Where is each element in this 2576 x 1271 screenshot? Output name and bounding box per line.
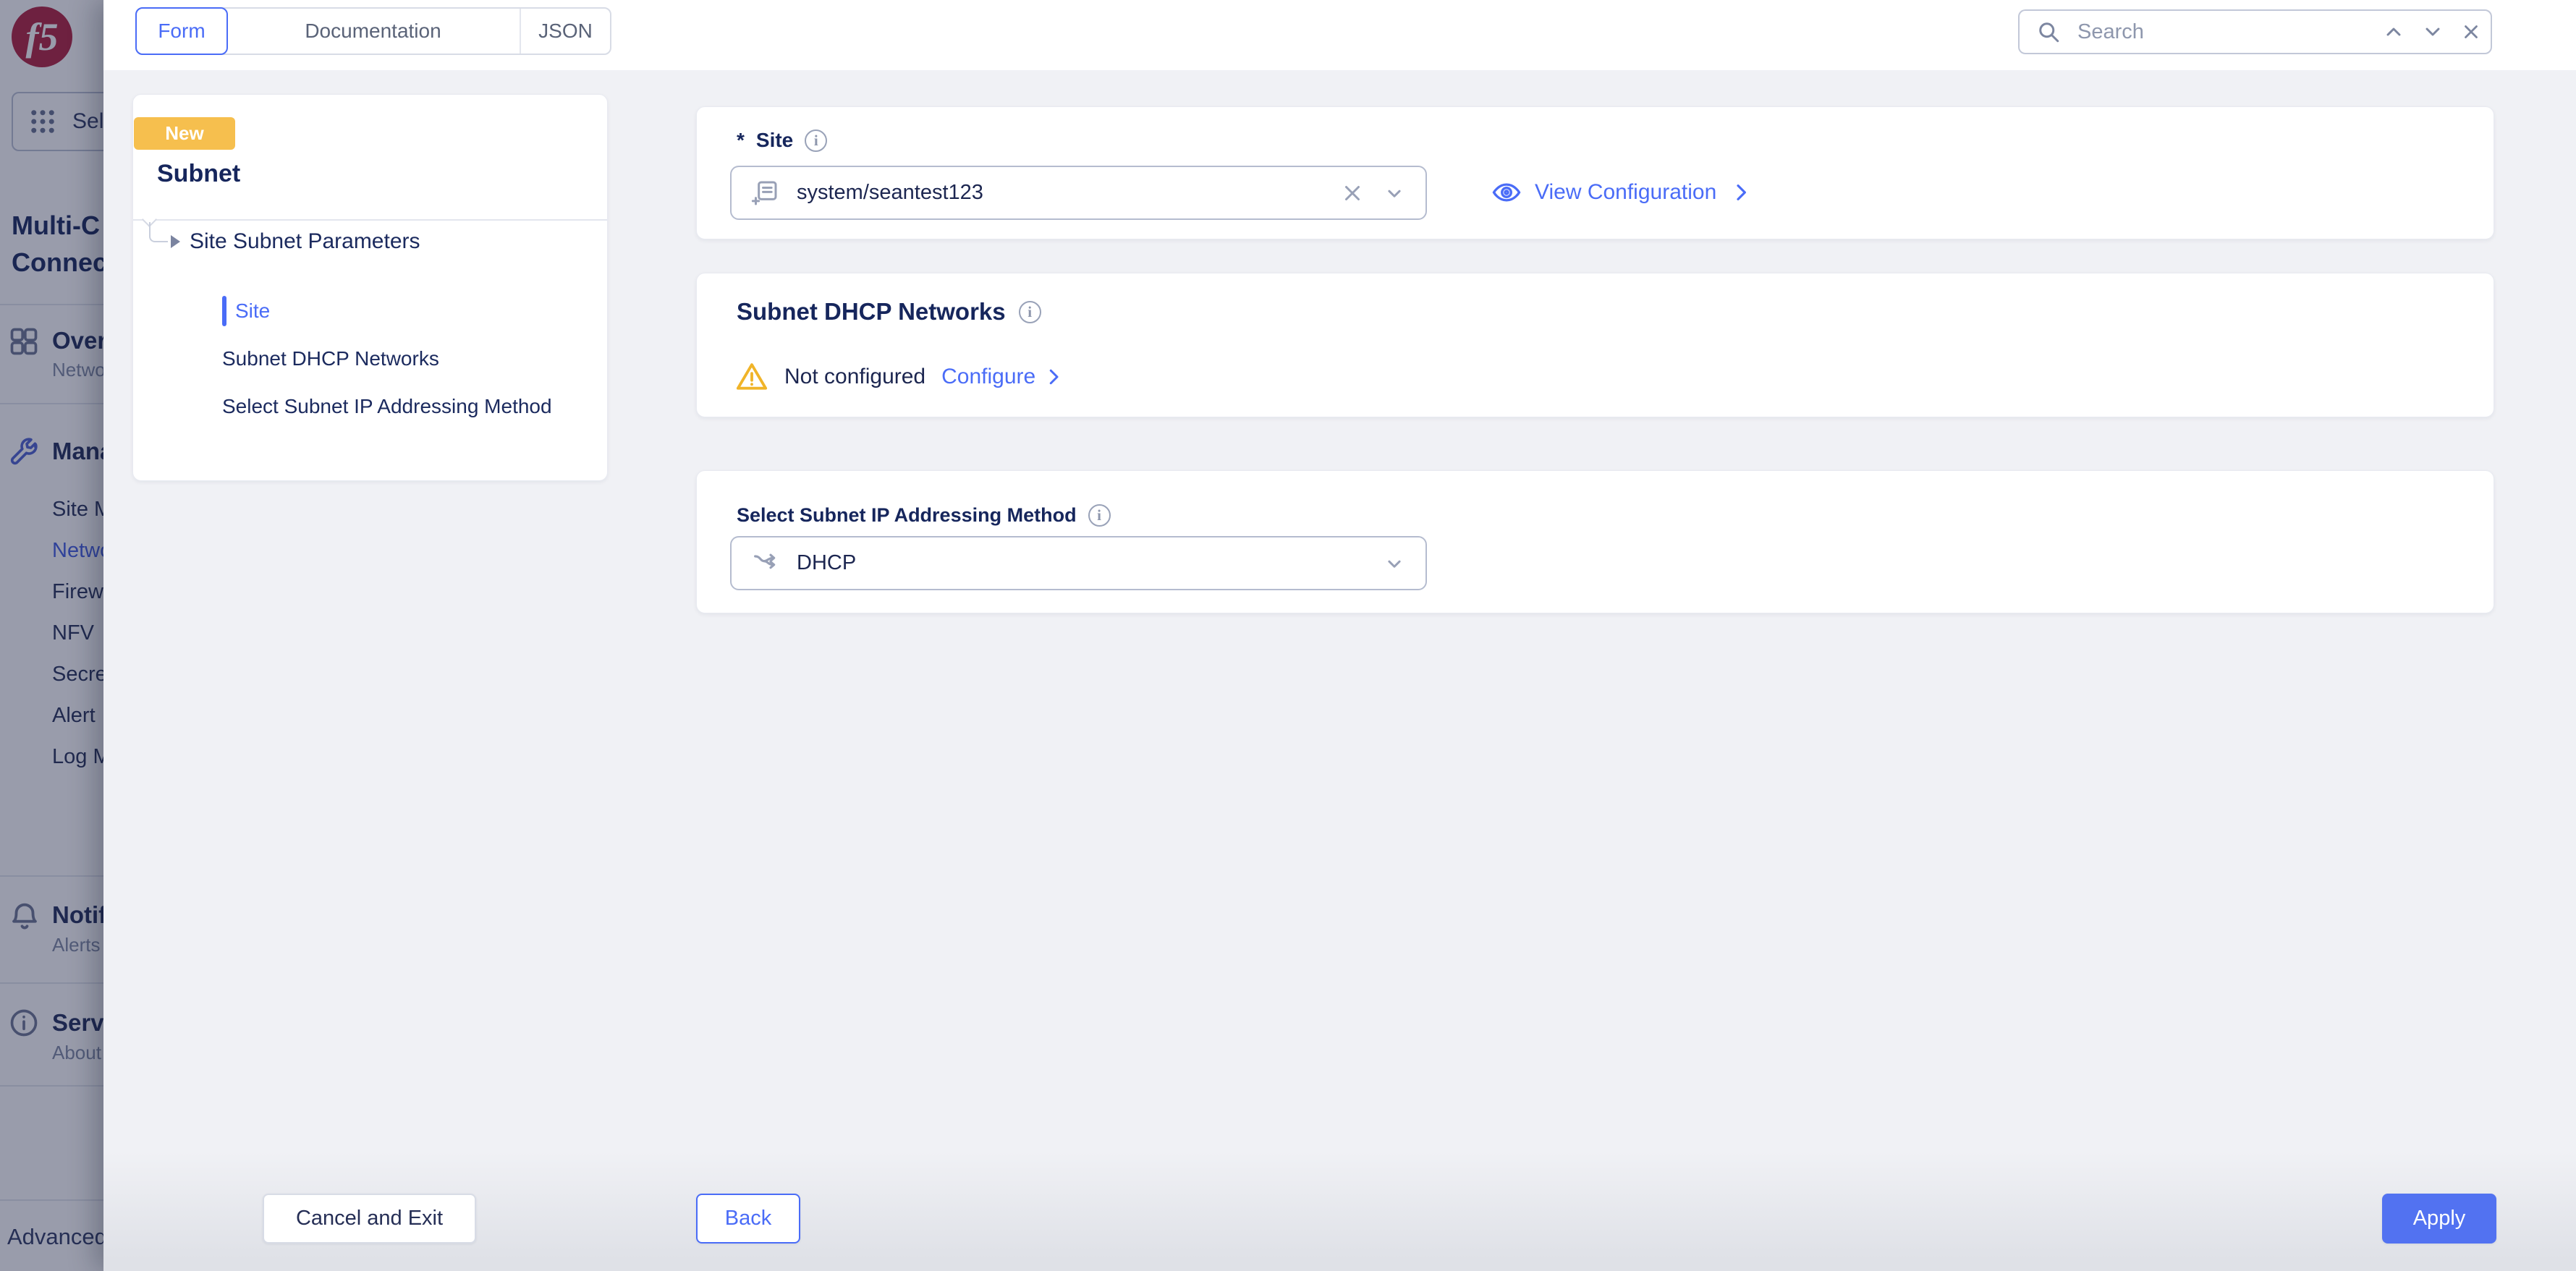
dhcp-status-row: Not configured Configure bbox=[735, 360, 1064, 394]
search-bar bbox=[2018, 9, 2492, 54]
dhcp-networks-section-card: Subnet DHCP Networks i Not configured Co… bbox=[696, 273, 2494, 417]
site-field-label-text: Site bbox=[755, 129, 794, 151]
chevron-up-icon[interactable] bbox=[2382, 20, 2405, 43]
info-glyph: i bbox=[813, 131, 818, 149]
tree-divider bbox=[133, 219, 607, 221]
site-field-label: * Site i bbox=[737, 129, 828, 152]
info-icon[interactable]: i bbox=[805, 129, 828, 152]
tree-expand-caret-icon bbox=[171, 235, 180, 248]
method-field-label-text: Select Subnet IP Addressing Method bbox=[737, 504, 1077, 526]
info-icon[interactable]: i bbox=[1088, 504, 1111, 527]
close-icon[interactable] bbox=[2460, 21, 2482, 43]
method-field-label: Select Subnet IP Addressing Method i bbox=[737, 504, 1111, 527]
info-glyph: i bbox=[1097, 506, 1101, 524]
tab-form[interactable]: Form bbox=[135, 7, 228, 55]
wizard-nav-card: New Subnet Site Subnet Parameters Site S… bbox=[132, 94, 608, 481]
method-select-value: DHCP bbox=[797, 551, 857, 574]
ip-addressing-section-card: Select Subnet IP Addressing Method i DHC… bbox=[696, 470, 2494, 613]
status-badge: Not configured bbox=[784, 365, 926, 388]
view-mode-tabs: Form Documentation JSON bbox=[135, 7, 611, 55]
back-button[interactable]: Back bbox=[696, 1194, 800, 1244]
configure-link[interactable]: Configure bbox=[941, 365, 1064, 389]
chevron-right-icon bbox=[1729, 181, 1753, 204]
tree-connector-line bbox=[149, 222, 168, 242]
new-badge: New bbox=[134, 117, 235, 150]
modal-header: Form Documentation JSON bbox=[103, 0, 2576, 70]
method-select[interactable]: DHCP bbox=[730, 536, 1427, 590]
view-configuration-label: View Configuration bbox=[1535, 180, 1717, 204]
info-glyph: i bbox=[1028, 302, 1033, 320]
chevron-down-icon[interactable] bbox=[1382, 181, 1407, 205]
site-reference-icon bbox=[750, 179, 779, 208]
dhcp-section-title: Subnet DHCP Networks i bbox=[737, 298, 1041, 326]
modal-body: New Subnet Site Subnet Parameters Site S… bbox=[103, 70, 2576, 1271]
tree-item-site[interactable]: Site bbox=[222, 294, 606, 328]
warning-triangle-icon bbox=[735, 360, 768, 394]
search-icon bbox=[2035, 19, 2062, 45]
tab-json[interactable]: JSON bbox=[520, 9, 610, 54]
required-mark: * bbox=[737, 129, 745, 151]
site-select[interactable]: system/seantest123 bbox=[730, 166, 1427, 220]
active-item-bar bbox=[222, 296, 226, 326]
search-input[interactable] bbox=[2077, 20, 2350, 44]
branch-choice-icon bbox=[750, 549, 779, 578]
chevron-down-icon[interactable] bbox=[1382, 551, 1407, 576]
apply-button[interactable]: Apply bbox=[2382, 1194, 2496, 1244]
tree-item-subnet-dhcp-networks[interactable]: Subnet DHCP Networks bbox=[222, 342, 606, 375]
info-icon[interactable]: i bbox=[1018, 300, 1041, 323]
tree-children: Site Subnet DHCP Networks Select Subnet … bbox=[222, 294, 606, 438]
view-configuration-link[interactable]: View Configuration bbox=[1491, 177, 1753, 208]
configure-link-label: Configure bbox=[941, 365, 1036, 388]
eye-icon bbox=[1491, 177, 1522, 208]
tree-item-site-label: Site bbox=[235, 299, 271, 322]
site-select-value: system/seantest123 bbox=[797, 181, 983, 204]
tree-parent-item[interactable]: Site Subnet Parameters bbox=[190, 229, 420, 254]
tree-item-select-subnet-ip-addressing-method[interactable]: Select Subnet IP Addressing Method bbox=[222, 390, 606, 423]
cancel-and-exit-button[interactable]: Cancel and Exit bbox=[263, 1194, 476, 1244]
subnet-wizard-modal: Form Documentation JSON Search New Subne… bbox=[103, 0, 2576, 1271]
dhcp-section-title-text: Subnet DHCP Networks bbox=[737, 298, 1006, 325]
clear-selection-icon[interactable] bbox=[1340, 181, 1365, 205]
chevron-down-icon[interactable] bbox=[2421, 20, 2444, 43]
site-section-card: * Site i system/seantest123 View Configu… bbox=[696, 106, 2494, 239]
wizard-title: Subnet bbox=[157, 160, 241, 187]
tab-documentation[interactable]: Documentation bbox=[226, 9, 520, 54]
chevron-right-icon bbox=[1043, 366, 1064, 388]
